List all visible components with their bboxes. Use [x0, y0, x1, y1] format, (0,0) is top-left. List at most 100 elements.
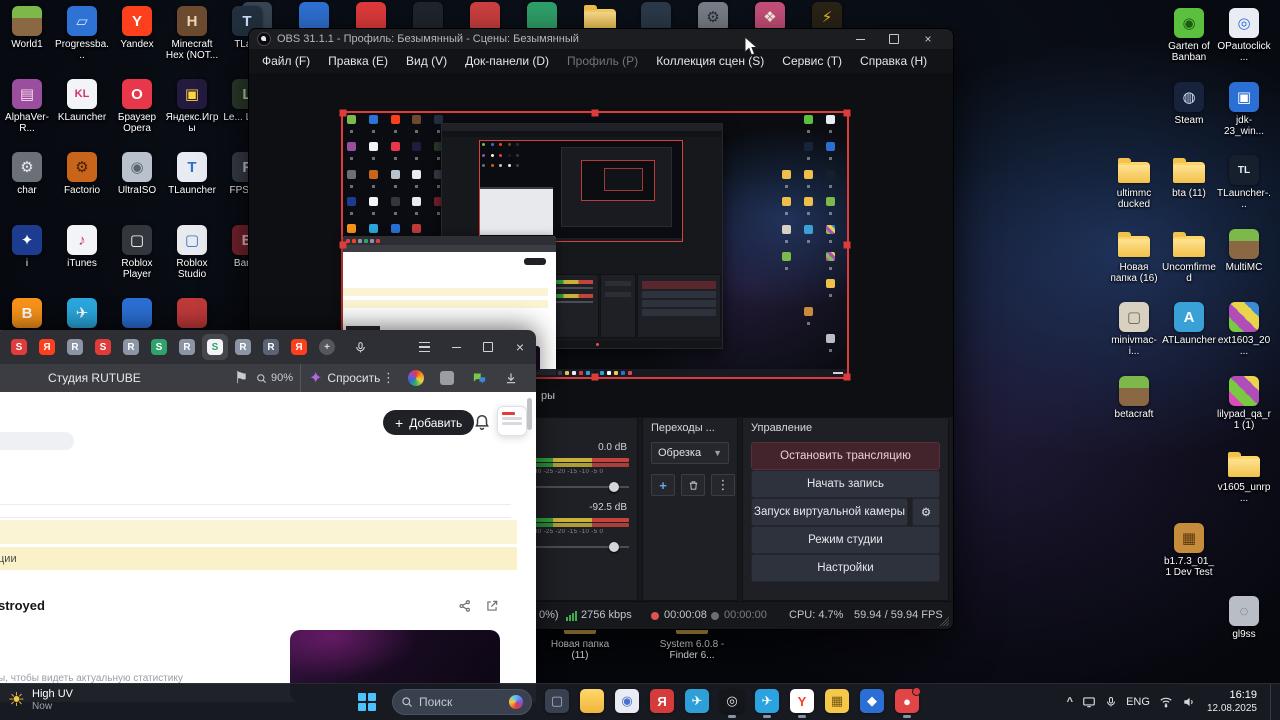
- search-box[interactable]: Поиск: [392, 689, 532, 715]
- desktop-icon[interactable]: ✈: [55, 298, 109, 331]
- desktop-icon[interactable]: Новая папка (16): [1107, 229, 1161, 284]
- add-button[interactable]: + Добавить: [383, 410, 475, 435]
- browser-tab[interactable]: R: [258, 334, 284, 360]
- desktop-icon[interactable]: ⚙ Factorio: [55, 152, 109, 196]
- bookmark-flag-icon[interactable]: ⚑: [234, 364, 248, 392]
- transition-properties-button[interactable]: ⋮: [711, 474, 735, 496]
- browser-tab[interactable]: +: [314, 334, 340, 360]
- desktop-icon[interactable]: ♪ iTunes: [55, 225, 109, 269]
- downloads-button[interactable]: [504, 364, 518, 392]
- browser-tab[interactable]: R: [118, 334, 144, 360]
- show-desktop-button[interactable]: [1270, 684, 1274, 720]
- weather-widget[interactable]: ☀ High UV Now: [8, 688, 73, 713]
- browser-tab[interactable]: S: [6, 334, 32, 360]
- chat-extension-icon[interactable]: [472, 364, 487, 392]
- zoom-control[interactable]: 90%: [256, 364, 293, 392]
- desktop-icon[interactable]: B: [0, 298, 54, 331]
- page-scrollbar[interactable]: [527, 398, 532, 430]
- monitor-icon[interactable]: [1082, 695, 1096, 709]
- desktop-icon[interactable]: ▦b1.7.3_01_1 Dev Test X3: [1162, 522, 1216, 578]
- desktop-icon[interactable]: ◉ UltraISO: [110, 152, 164, 196]
- add-transition-button[interactable]: +: [651, 474, 675, 496]
- extensions-button[interactable]: [440, 364, 454, 392]
- language-indicator[interactable]: ENG: [1126, 696, 1150, 708]
- desktop-icon[interactable]: O Браузер Opera: [110, 79, 164, 134]
- desktop-icon[interactable]: lilypad_qa_r1 (1): [1217, 375, 1271, 431]
- ask-ai-button[interactable]: ✦ Спросить: [300, 364, 380, 392]
- browser-minimize-button[interactable]: [444, 337, 468, 357]
- selection-handle[interactable]: [591, 109, 599, 117]
- transition-select[interactable]: Обрезка ▼: [651, 442, 729, 464]
- desktop-icon[interactable]: KL KLauncher: [55, 79, 109, 123]
- start-button[interactable]: [358, 693, 376, 711]
- obs-menu-item[interactable]: Файл (F): [253, 49, 319, 73]
- virtual-camera-settings-button[interactable]: ⚙: [912, 498, 940, 526]
- obs-titlebar[interactable]: OBS 31.1.1 - Профиль: Безымянный - Сцены…: [249, 29, 953, 49]
- desktop-icon[interactable]: T TLauncher: [165, 152, 219, 196]
- selection-handle[interactable]: [591, 373, 599, 381]
- obs-menu-item[interactable]: Сервис (T): [773, 49, 851, 73]
- desktop-icon[interactable]: v1605_unrp...: [1217, 449, 1271, 504]
- browser-tab[interactable]: S: [202, 334, 228, 360]
- yandex-start-icon[interactable]: Я: [650, 689, 674, 713]
- desktop-icon[interactable]: ▤ AlphaVer-R...: [0, 79, 54, 134]
- yandex-browser-icon[interactable]: Y: [790, 689, 814, 718]
- selection-handle[interactable]: [843, 109, 851, 117]
- desktop-icon[interactable]: ▣ Яндекс.Игры: [165, 79, 219, 134]
- obs-menu-item[interactable]: Правка (E): [319, 49, 397, 73]
- desktop-icon[interactable]: ▱ Progressba...: [55, 6, 109, 61]
- start-recording-button[interactable]: Начать запись: [751, 470, 940, 498]
- recording-app-icon[interactable]: ●: [895, 687, 921, 718]
- selection-handle[interactable]: [339, 241, 347, 249]
- task-app-icon[interactable]: ▢: [545, 689, 569, 713]
- blue-app-icon[interactable]: ◆: [860, 689, 884, 713]
- virtual-camera-button[interactable]: Запуск виртуальной камеры: [751, 498, 908, 526]
- list-row[interactable]: [0, 504, 511, 518]
- browser-tab[interactable]: S: [90, 334, 116, 360]
- desktop-icon[interactable]: ◎ OPautoclick...: [1217, 8, 1271, 63]
- desktop-icon[interactable]: H Minecraft Hex (NOT...: [165, 6, 219, 61]
- stop-streaming-button[interactable]: Остановить трансляцию: [751, 442, 940, 470]
- desktop-icon[interactable]: TL TLauncher-...: [1217, 155, 1271, 210]
- desktop-icon[interactable]: ✦ i: [0, 225, 54, 269]
- tray-overflow-button[interactable]: ^: [1067, 696, 1073, 708]
- obs-menu-item[interactable]: Вид (V): [397, 49, 456, 73]
- desktop-icon[interactable]: betacraft: [1107, 375, 1161, 420]
- studio-mode-button[interactable]: Режим студии: [751, 526, 940, 554]
- desktop-icon[interactable]: ext1603_20...: [1217, 302, 1271, 357]
- desktop-icon[interactable]: ◌ gl9ss: [1217, 596, 1271, 640]
- app-light-icon[interactable]: ◉: [615, 689, 639, 713]
- desktop-icon[interactable]: MultiMC: [1217, 228, 1271, 273]
- obs-menu-item[interactable]: Док-панели (D): [456, 49, 558, 73]
- volume-knob-1[interactable]: [608, 482, 619, 492]
- obs-minimize-button[interactable]: [843, 29, 877, 49]
- desktop-icon[interactable]: ultimmc ducked: [1107, 155, 1161, 210]
- browser-maximize-button[interactable]: [476, 337, 500, 357]
- desktop-icon[interactable]: ▣ jdk-23_win...: [1217, 81, 1271, 137]
- selection-handle[interactable]: [843, 373, 851, 381]
- obs-menu-item[interactable]: Профиль (P): [558, 49, 647, 73]
- desktop-icon[interactable]: Y Yandex: [110, 6, 164, 50]
- profile-menu[interactable]: [497, 406, 527, 436]
- toolbar-more-button[interactable]: ⋮: [382, 364, 395, 392]
- voice-search-button[interactable]: [350, 337, 370, 357]
- file-explorer-icon[interactable]: [580, 689, 604, 713]
- obs-menu-item[interactable]: Справка (H): [851, 49, 936, 73]
- desktop-icon[interactable]: [165, 298, 219, 331]
- telegram-icon[interactable]: ✈: [755, 689, 779, 718]
- selection-handle[interactable]: [843, 241, 851, 249]
- desktop-icon[interactable]: ◉ Garten of Banban: [1162, 8, 1216, 63]
- telegram-alt-icon[interactable]: ✈: [685, 689, 709, 713]
- mic-tray-icon[interactable]: [1105, 696, 1117, 708]
- obs-maximize-button[interactable]: [877, 29, 911, 49]
- browser-tab[interactable]: R: [174, 334, 200, 360]
- extension-pinwheel-icon[interactable]: [408, 364, 424, 392]
- clock[interactable]: 16:19 12.08.2025: [1207, 689, 1257, 715]
- desktop-icon[interactable]: ▢ Roblox Studio: [165, 225, 219, 280]
- desktop-icon[interactable]: A ATLauncher: [1162, 302, 1216, 346]
- browser-tab[interactable]: R: [62, 334, 88, 360]
- speaker-icon[interactable]: [1182, 695, 1196, 709]
- desktop-icon[interactable]: bta (11): [1162, 155, 1216, 199]
- desktop-icon[interactable]: ▢ Roblox Player: [110, 225, 164, 280]
- browser-menu-button[interactable]: [414, 337, 434, 357]
